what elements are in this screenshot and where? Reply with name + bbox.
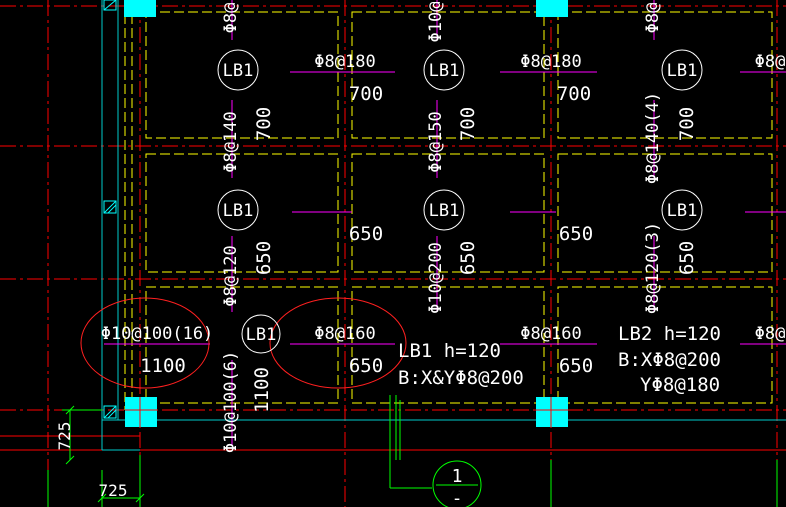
rebar-label-vertical: Φ8@ [221,3,241,34]
length-label: 650 [559,355,593,377]
panel-tag: LB1 [223,201,254,221]
length-label: 700 [349,83,383,105]
structural-slab-drawing: LB1 LB1 LB1 LB1 LB1 LB1 LB1 Φ8@180 Φ8@18… [0,0,786,507]
rebar-label: Φ8@180 [314,52,375,72]
rebar-label-vertical: Φ10@200 [426,242,446,314]
dimension-value: 725 [55,422,74,451]
length-label-vertical: 650 [457,241,479,275]
panel-tag: LB1 [667,61,698,81]
rebar-label: Φ8@ [755,324,786,344]
slab-note-rebar: B:X&YΦ8@200 [398,367,524,389]
panel-tag: LB1 [246,325,277,345]
rebar-label: Φ8@180 [520,52,581,72]
rebar-label-vertical: Φ10@100(6) [221,351,241,453]
column-top-left [124,0,156,17]
rebar-label-vertical: Φ8@150 [426,111,446,172]
rebar-label: Φ8@ [755,52,786,72]
dimension-value: 725 [99,481,128,500]
rebar-label-vertical: Φ8@120 [221,245,241,306]
length-label-vertical: 700 [253,107,275,141]
panel-tag: LB1 [429,201,460,221]
rebar-label-vertical: Φ8@ [643,3,663,34]
column-top-mid [536,0,568,17]
column-bottom-mid [536,397,568,427]
length-label: 650 [349,223,383,245]
slab-note-title: LB1 h=120 [398,340,501,362]
length-label-vertical: 650 [676,241,698,275]
panel-tag: LB1 [429,61,460,81]
slab-note-rebar: YΦ8@180 [640,374,720,396]
axis-bubble-number: 1 [452,466,463,487]
rebar-label-vertical: Φ8@120(3) [643,222,663,314]
length-label: 1100 [140,355,186,377]
rebar-label-vertical: Φ8@140(4) [643,92,663,184]
panel-tag: LB1 [223,61,254,81]
rebar-label-vertical: Φ10@ [426,2,446,43]
length-label-vertical: 700 [457,107,479,141]
length-label: 650 [559,223,593,245]
length-label: 650 [349,355,383,377]
column-bottom-left [125,397,157,427]
slab-note-title: LB2 h=120 [618,323,721,345]
rebar-label: Φ8@160 [314,324,375,344]
length-label: 700 [557,83,591,105]
length-label-vertical: 1100 [251,367,273,413]
length-label-vertical: 700 [676,107,698,141]
rebar-label-vertical: Φ8@140 [221,111,241,172]
rebar-label: Φ10@100(16) [101,324,214,344]
slab-note-rebar: B:XΦ8@200 [618,349,721,371]
panel-tag: LB1 [667,201,698,221]
axis-bubble-mark: - [452,488,463,507]
length-label-vertical: 650 [253,241,275,275]
rebar-label: Φ8@160 [520,324,581,344]
